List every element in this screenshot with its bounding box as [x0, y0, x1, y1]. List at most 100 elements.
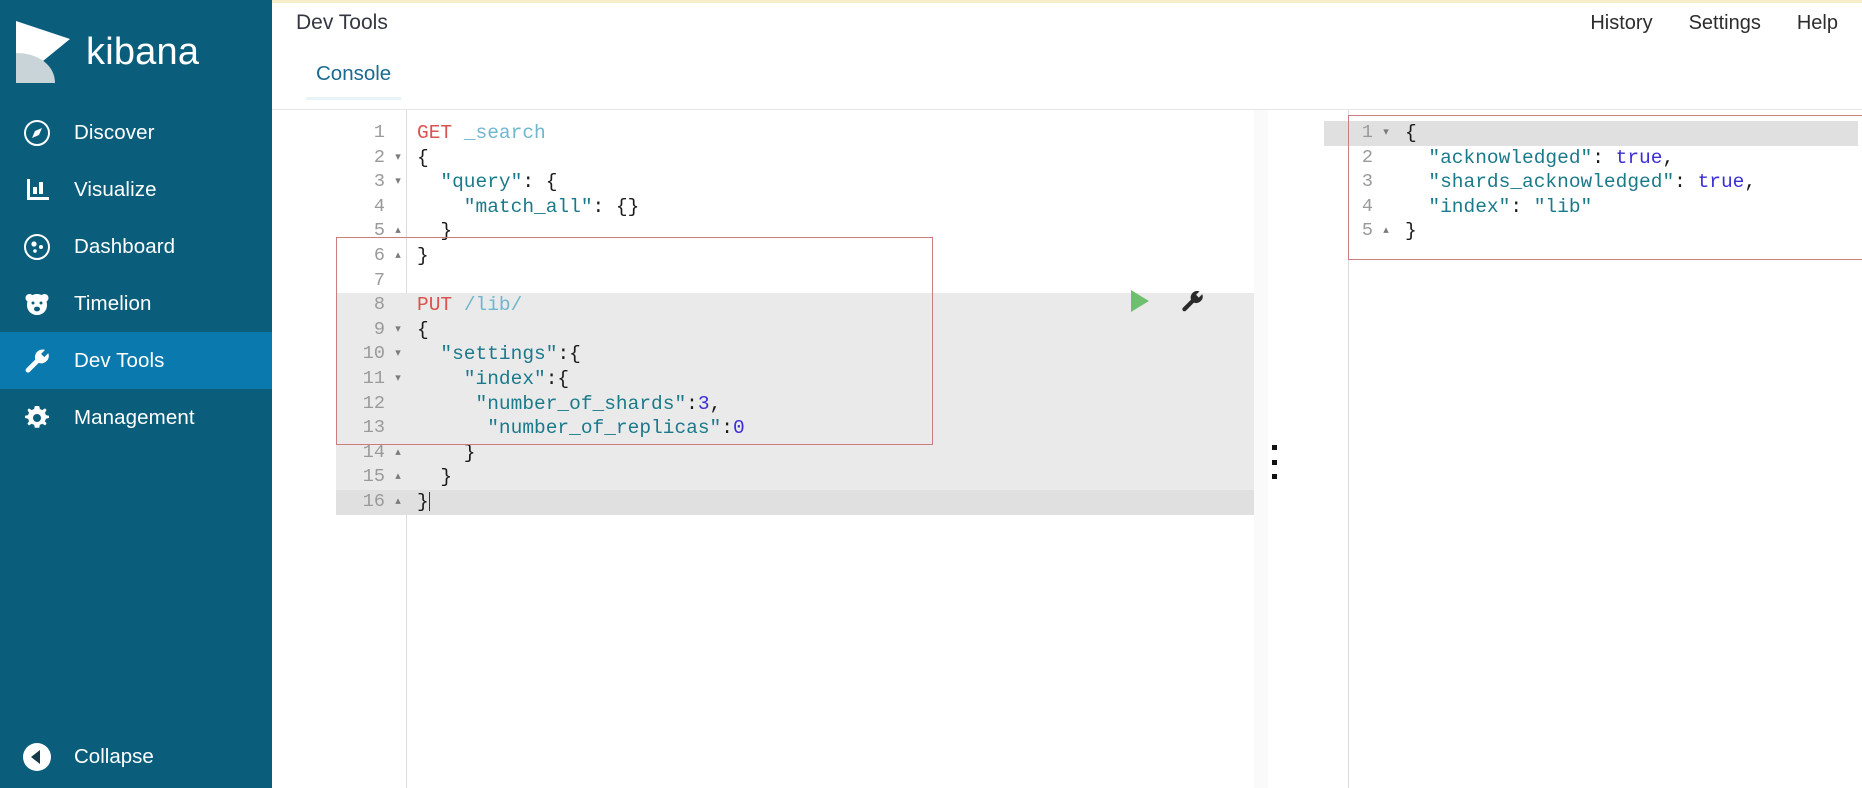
tab-console-label: Console — [316, 62, 392, 85]
sidebar-item-timelion[interactable]: Timelion — [0, 275, 272, 332]
fold-toggle-icon[interactable]: ▾ — [390, 367, 406, 392]
code-line[interactable]: 4 "index": "lib" — [1324, 195, 1858, 220]
code-text: "shards_acknowledged": true, — [1405, 171, 1757, 194]
play-icon[interactable] — [1127, 288, 1153, 319]
fold-toggle-icon[interactable]: ▾ — [390, 318, 406, 343]
line-number: 7 — [373, 269, 385, 291]
compass-icon — [22, 118, 52, 148]
code-line[interactable]: 12 "number_of_shards":3, — [336, 391, 1268, 417]
code-line[interactable]: 11 ▾ "index":{ — [336, 366, 1268, 392]
fold-toggle-icon[interactable]: ▾ — [1378, 121, 1394, 146]
fold-toggle-icon[interactable]: ▴ — [390, 244, 406, 269]
line-number: 14 — [362, 441, 385, 463]
dashboard-icon — [22, 232, 52, 262]
drag-handle-icon[interactable] — [1268, 445, 1280, 479]
code-line[interactable]: 14 ▴ } — [336, 440, 1268, 466]
fold-toggle-icon[interactable]: ▴ — [390, 441, 406, 466]
code-text: GET _search — [417, 122, 546, 144]
code-line[interactable]: 15 ▴ } — [336, 465, 1268, 490]
line-number: 3 — [373, 171, 385, 193]
code-text: } — [417, 466, 453, 489]
sidebar-item-discover[interactable]: Discover — [0, 104, 272, 161]
fold-toggle-icon[interactable]: ▴ — [1378, 219, 1394, 244]
sidebar-nav-list: Discover Visualize Dashboard Timelion De… — [0, 104, 272, 446]
sidebar-item-dashboard[interactable]: Dashboard — [0, 218, 272, 275]
code-line[interactable]: 3 "shards_acknowledged": true, — [1324, 170, 1858, 195]
code-text: { — [417, 318, 429, 341]
line-number: 3 — [1361, 171, 1373, 193]
code-line[interactable]: 10 ▾ "settings":{ — [336, 342, 1268, 367]
code-text: "settings":{ — [417, 343, 581, 366]
fold-toggle-icon[interactable]: ▴ — [390, 465, 406, 490]
wrench-icon[interactable] — [1179, 289, 1204, 319]
fold-toggle-icon[interactable]: ▴ — [390, 219, 406, 244]
sidebar-item-label: Discover — [74, 120, 155, 144]
brand-name: kibana — [86, 31, 200, 73]
code-line[interactable]: 1 GET _search — [336, 121, 1268, 146]
line-number: 16 — [362, 490, 385, 512]
code-line[interactable]: 9 ▾ { — [336, 317, 1268, 343]
response-pane[interactable]: 1 ▾{2 "acknowledged": true, 3 "shards_ackn… — [1324, 110, 1858, 788]
sidebar-item-visualize[interactable]: Visualize — [0, 161, 272, 218]
code-line[interactable]: 2 "acknowledged": true, — [1324, 146, 1858, 171]
line-number: 13 — [362, 417, 385, 439]
code-text: } — [417, 490, 430, 513]
code-line[interactable]: 2 ▾ { — [336, 146, 1268, 171]
main-content: Dev Tools History Settings Help Console … — [272, 0, 1862, 788]
line-number: 1 — [1361, 122, 1373, 143]
sidebar-item-label: Dev Tools — [74, 348, 165, 372]
help-link[interactable]: Help — [1797, 12, 1838, 35]
line-number: 2 — [1361, 146, 1373, 168]
arrow-left-circle-icon — [22, 742, 52, 772]
sidebar-item-label: Dashboard — [74, 234, 176, 258]
code-line[interactable]: 3 ▾ "query": { — [336, 170, 1268, 195]
request-scrollbar[interactable] — [1254, 110, 1268, 788]
fold-toggle-icon[interactable]: ▾ — [390, 342, 406, 367]
code-text: } — [417, 441, 476, 464]
line-number: 9 — [373, 318, 385, 340]
history-link[interactable]: History — [1590, 12, 1652, 35]
code-text: "index":{ — [417, 367, 570, 390]
code-text: } — [1405, 220, 1417, 243]
code-line[interactable]: 5 ▴ } — [336, 219, 1268, 244]
line-number: 1 — [373, 122, 385, 143]
top-nav-links: History Settings Help — [1590, 12, 1838, 35]
fold-toggle-icon[interactable]: ▾ — [390, 146, 406, 171]
code-line[interactable]: 6 ▴} — [336, 244, 1268, 269]
fold-toggle-icon[interactable]: ▴ — [390, 490, 406, 515]
app-topbar: Dev Tools History Settings Help — [272, 3, 1862, 48]
fold-toggle-icon[interactable]: ▾ — [390, 170, 406, 195]
code-text: "index": "lib" — [1405, 195, 1593, 218]
code-line[interactable]: 16 ▴} — [336, 489, 1268, 515]
line-number: 4 — [1361, 195, 1373, 217]
console-editor-area: 1 GET _search 2 ▾{3 ▾ "query": {4 "match_all… — [272, 110, 1862, 788]
sidebar-item-management[interactable]: Management — [0, 389, 272, 446]
code-text: "match_all": {} — [417, 195, 640, 218]
line-number: 4 — [373, 195, 385, 217]
response-code[interactable]: 1 ▾{2 "acknowledged": true, 3 "shards_ackn… — [1324, 110, 1858, 244]
code-line[interactable]: 4 "match_all": {} — [336, 195, 1268, 220]
line-number: 8 — [373, 294, 385, 316]
gear-icon — [22, 403, 52, 433]
settings-link[interactable]: Settings — [1689, 12, 1761, 35]
sidebar-item-dev-tools[interactable]: Dev Tools — [0, 332, 272, 389]
kibana-app: kibana Discover Visualize Dashboard Time… — [0, 0, 1862, 788]
line-number: 15 — [362, 466, 385, 488]
code-text: "query": { — [417, 171, 558, 194]
code-line[interactable]: 1 ▾ { — [1324, 121, 1858, 146]
wrench-icon — [22, 346, 52, 376]
code-line[interactable]: 5 ▴} — [1324, 219, 1858, 244]
tab-console[interactable]: Console — [296, 58, 411, 100]
request-action-icons — [1127, 288, 1204, 319]
code-text: "number_of_shards":3, — [417, 392, 722, 415]
page-title: Dev Tools — [296, 11, 388, 34]
text-cursor — [428, 491, 430, 511]
collapse-label: Collapse — [74, 745, 154, 768]
collapse-sidebar-button[interactable]: Collapse — [0, 726, 272, 788]
line-number: 10 — [362, 343, 385, 365]
code-line[interactable]: 13 "number_of_replicas":0 — [336, 416, 1268, 441]
request-editor-pane[interactable]: 1 GET _search 2 ▾{3 ▾ "query": {4 "match_all… — [336, 110, 1268, 788]
global-nav-sidebar: kibana Discover Visualize Dashboard Time… — [0, 0, 272, 788]
code-text: } — [417, 220, 453, 243]
brand-header[interactable]: kibana — [0, 0, 272, 104]
